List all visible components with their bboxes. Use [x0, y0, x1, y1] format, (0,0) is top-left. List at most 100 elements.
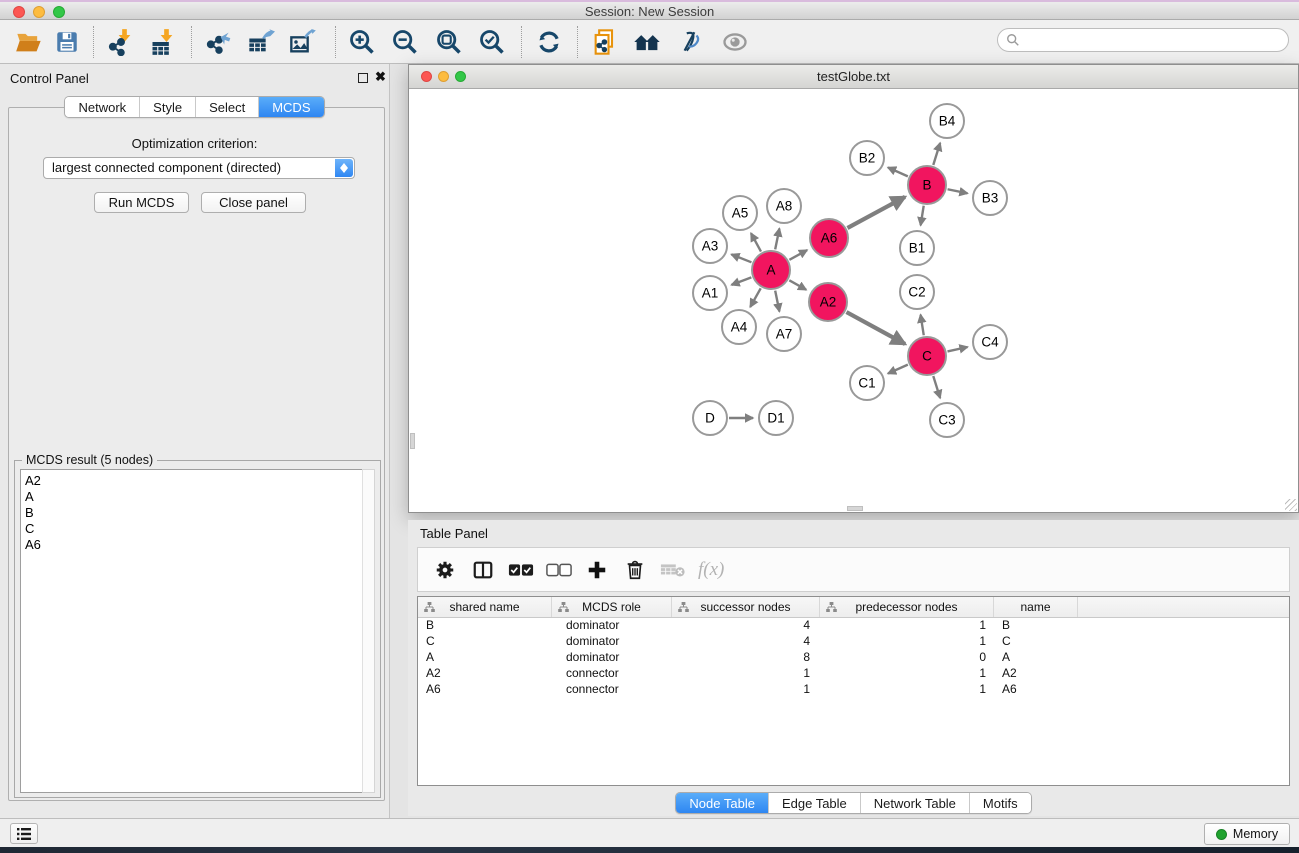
network-graph[interactable]: B4 B2 B B3 A8 A5 A6 A3 B1 A A1 C2 A2 A4 A7 C4 C C1 C3 D D1	[409, 89, 1298, 512]
canvas-vertical-scroll-thumb[interactable]	[410, 433, 415, 449]
column-header-predecessor-nodes[interactable]: predecessor nodes	[820, 597, 994, 617]
network-node-B4[interactable]: B4	[930, 104, 964, 138]
new-network-from-selection-button[interactable]	[587, 25, 623, 59]
table-settings-button[interactable]	[426, 552, 464, 588]
network-node-C4[interactable]: C4	[973, 325, 1007, 359]
network-node-A2[interactable]: A2	[809, 283, 847, 321]
network-node-C2[interactable]: C2	[900, 275, 934, 309]
table-row[interactable]: Adominator80A	[418, 650, 1289, 666]
mcds-result-list[interactable]: A2ABCA6	[20, 469, 364, 793]
float-panel-icon[interactable]	[358, 73, 368, 83]
close-panel-icon[interactable]: ✖	[375, 68, 386, 86]
tab-node-table[interactable]: Node Table	[676, 793, 769, 813]
network-node-A1[interactable]: A1	[693, 276, 727, 310]
tab-edge-table[interactable]: Edge Table	[769, 793, 861, 813]
mcds-result-item[interactable]: A2	[25, 473, 363, 489]
network-edge-C-C3[interactable]	[933, 376, 940, 398]
mcds-result-item[interactable]: B	[25, 505, 363, 521]
mcds-list-scrollbar[interactable]	[362, 469, 375, 793]
network-node-A8[interactable]: A8	[767, 189, 801, 223]
mcds-result-item[interactable]: A6	[25, 537, 363, 553]
network-node-B1[interactable]: B1	[900, 231, 934, 265]
network-edge-A-A1[interactable]	[732, 277, 752, 284]
close-panel-button[interactable]: Close panel	[201, 192, 306, 213]
network-edge-A-A2[interactable]	[789, 280, 806, 289]
add-row-button[interactable]	[578, 552, 616, 588]
zoom-in-button[interactable]	[344, 25, 380, 59]
task-history-button[interactable]	[10, 823, 38, 844]
network-canvas[interactable]: B4 B2 B B3 A8 A5 A6 A3 B1 A A1 C2 A2 A4 A7 C4 C C1 C3 D D1	[409, 89, 1298, 512]
export-image-button[interactable]	[285, 25, 321, 59]
network-node-C[interactable]: C	[908, 337, 946, 375]
memory-button[interactable]: Memory	[1204, 823, 1290, 845]
delete-row-button[interactable]	[616, 552, 654, 588]
table-row[interactable]: A2connector11A2	[418, 666, 1289, 682]
network-node-A4[interactable]: A4	[722, 310, 756, 344]
export-table-button[interactable]	[243, 25, 279, 59]
network-edge-C-C4[interactable]	[947, 347, 967, 351]
delete-table-button[interactable]	[654, 552, 692, 588]
column-header-successor-nodes[interactable]: successor nodes	[672, 597, 820, 617]
network-node-A6[interactable]: A6	[810, 219, 848, 257]
tab-style[interactable]: Style	[140, 97, 196, 117]
network-node-C3[interactable]: C3	[930, 403, 964, 437]
table-row[interactable]: Cdominator41C	[418, 634, 1289, 650]
network-window-titlebar[interactable]: testGlobe.txt	[409, 65, 1298, 89]
column-selector-button[interactable]	[464, 552, 502, 588]
tab-select[interactable]: Select	[196, 97, 259, 117]
tab-network-table[interactable]: Network Table	[861, 793, 970, 813]
home-button[interactable]	[629, 25, 665, 59]
zoom-fit-button[interactable]	[431, 25, 467, 59]
tab-network[interactable]: Network	[65, 97, 140, 117]
network-node-A5[interactable]: A5	[723, 196, 757, 230]
zoom-selected-button[interactable]	[474, 25, 510, 59]
search-input[interactable]	[1020, 33, 1288, 48]
network-edge-A-A6[interactable]	[789, 250, 807, 260]
network-edge-A-A8[interactable]	[775, 229, 779, 250]
network-edge-A-A5[interactable]	[751, 233, 761, 251]
tab-motifs[interactable]: Motifs	[970, 793, 1031, 813]
run-mcds-button[interactable]: Run MCDS	[94, 192, 189, 213]
import-network-button[interactable]	[103, 25, 139, 59]
zoom-out-button[interactable]	[387, 25, 423, 59]
canvas-horizontal-scroll-thumb[interactable]	[847, 506, 863, 511]
network-node-A3[interactable]: A3	[693, 229, 727, 263]
network-node-A7[interactable]: A7	[767, 317, 801, 351]
network-edge-A-A3[interactable]	[731, 254, 751, 262]
table-row[interactable]: Bdominator41B	[418, 618, 1289, 634]
table-row[interactable]: A6connector11A6	[418, 682, 1289, 698]
function-builder-button[interactable]: f(x)	[698, 559, 724, 581]
network-node-A[interactable]: A	[752, 251, 790, 289]
network-node-C1[interactable]: C1	[850, 366, 884, 400]
column-header-MCDS-role[interactable]: MCDS role	[552, 597, 672, 617]
deselect-all-button[interactable]	[540, 552, 578, 588]
column-header-shared-name[interactable]: shared name	[418, 597, 552, 617]
network-node-B2[interactable]: B2	[850, 141, 884, 175]
mcds-result-item[interactable]: C	[25, 521, 363, 537]
eye-button[interactable]	[717, 25, 753, 59]
criterion-dropdown[interactable]: largest connected component (directed)	[43, 157, 355, 179]
column-header-name[interactable]: name	[994, 597, 1078, 617]
save-session-button[interactable]	[49, 25, 85, 59]
select-all-button[interactable]	[502, 552, 540, 588]
network-node-B[interactable]: B	[908, 166, 946, 204]
refresh-button[interactable]	[531, 25, 567, 59]
tab-mcds[interactable]: MCDS	[259, 97, 323, 117]
network-node-D[interactable]: D	[693, 401, 727, 435]
network-node-B3[interactable]: B3	[973, 181, 1007, 215]
network-edge-A2-C[interactable]	[846, 312, 905, 344]
network-edge-C-C2[interactable]	[921, 315, 924, 336]
export-network-button[interactable]	[201, 25, 237, 59]
open-file-button[interactable]	[11, 25, 47, 59]
network-edge-A-A7[interactable]	[775, 291, 779, 312]
node-table[interactable]: shared nameMCDS rolesuccessor nodesprede…	[417, 596, 1290, 786]
network-edge-B-B2[interactable]	[888, 167, 908, 176]
network-edge-B-B3[interactable]	[948, 189, 968, 193]
mcds-result-item[interactable]: A	[25, 489, 363, 505]
import-table-button[interactable]	[145, 25, 181, 59]
hide-graphics-details-button[interactable]	[672, 25, 708, 59]
network-edge-B-B4[interactable]	[933, 143, 940, 165]
network-node-D1[interactable]: D1	[759, 401, 793, 435]
network-edge-A6-B[interactable]	[847, 197, 905, 228]
search-field[interactable]	[997, 28, 1289, 52]
